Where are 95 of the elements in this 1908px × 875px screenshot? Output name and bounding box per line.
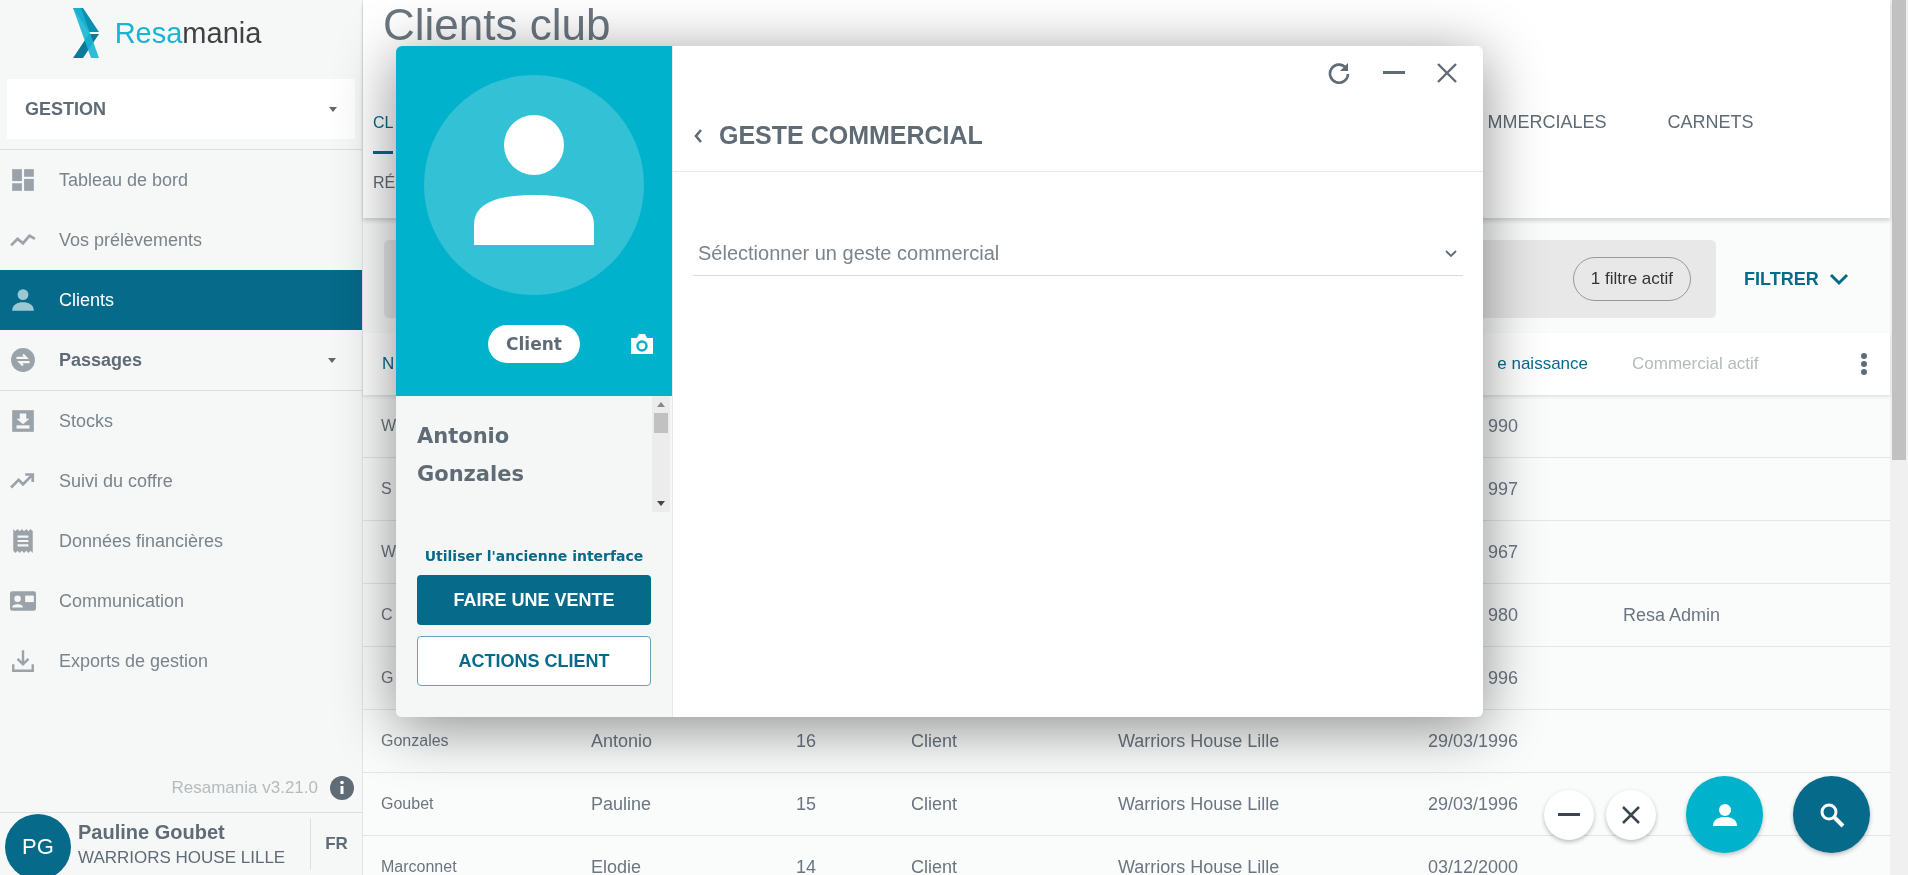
client-actions-button[interactable]: ACTIONS CLIENT (417, 636, 651, 686)
table-cell: 29/03/1996 (1427, 730, 1518, 751)
caret-icon (328, 357, 336, 363)
version-text: Resamania v3.21.0 (171, 778, 318, 798)
close-button[interactable] (1606, 789, 1656, 840)
menu-item[interactable]: Clients (0, 270, 362, 330)
tab[interactable]: MMERCIALES (1485, 94, 1609, 154)
minimize-icon[interactable] (1383, 71, 1405, 75)
menu-item[interactable]: Tableau de bord (0, 150, 362, 210)
scroll-down-icon[interactable] (657, 501, 665, 506)
column-header[interactable]: N (382, 354, 395, 374)
refresh-icon[interactable] (1327, 61, 1351, 85)
scroll-up-icon[interactable] (657, 402, 665, 407)
module-select[interactable]: GESTION (7, 79, 355, 139)
table-cell: G (381, 669, 394, 686)
user-avatar[interactable]: PG (5, 814, 71, 875)
menu-item[interactable]: Stocks (0, 391, 362, 451)
logo-text: Resamania (114, 16, 262, 50)
camera-icon[interactable] (629, 333, 655, 355)
user-name: Pauline Goubet (78, 820, 226, 844)
menu-item[interactable]: Exports de gestion (0, 631, 362, 691)
contact-card-icon (10, 588, 36, 614)
table-cell: Client (911, 730, 958, 751)
language-button[interactable]: FR (310, 818, 362, 870)
table-cell: 996 (1487, 667, 1518, 688)
menu-item[interactable]: Suivi du coffre (0, 451, 362, 511)
table-cell: Warriors House Lille (1118, 856, 1280, 875)
chevron-down-icon (1828, 272, 1849, 286)
caret-icon (329, 106, 337, 112)
scrollbar[interactable] (652, 396, 670, 512)
minimize-button[interactable] (1544, 789, 1594, 840)
tab[interactable]: CL (373, 94, 394, 154)
client-badge: Client (488, 325, 580, 363)
menu-item[interactable]: Passages (0, 330, 362, 390)
download-icon (10, 648, 36, 674)
minus-icon (1558, 812, 1580, 817)
table-cell: C (381, 606, 393, 623)
table-cell: 990 (1487, 415, 1518, 436)
scroll-thumb[interactable] (1892, 0, 1906, 460)
dashboard-icon (10, 167, 36, 193)
tab[interactable]: CARNETS (1665, 94, 1756, 154)
scrollbar[interactable] (1890, 0, 1908, 875)
table-cell: 15 (796, 793, 817, 814)
tab[interactable]: RÉ (373, 154, 396, 214)
chevron-down-icon (1445, 249, 1457, 258)
table-cell: W (381, 543, 397, 560)
person-icon (1711, 802, 1738, 827)
logo-icon (70, 6, 101, 60)
filter-button[interactable]: FILTRER (1738, 267, 1855, 291)
client-button[interactable] (1686, 776, 1763, 853)
old-interface-link[interactable]: Utiliser l'ancienne interface (417, 548, 651, 564)
menu-item[interactable]: Vos prélèvements (0, 210, 362, 270)
receipt-icon (10, 528, 36, 554)
client-last-name: Gonzales (417, 462, 525, 486)
table-cell: S (381, 480, 392, 497)
table-cell: Warriors House Lille (1118, 730, 1280, 751)
close-icon[interactable] (1437, 63, 1457, 83)
table-cell: Pauline (591, 793, 652, 814)
table-cell: Warriors House Lille (1118, 793, 1280, 814)
search-button[interactable] (1793, 776, 1870, 853)
person-icon (10, 287, 36, 313)
menu-item[interactable]: Communication (0, 571, 362, 631)
table-cell: 967 (1487, 541, 1518, 562)
more-icon[interactable] (1860, 352, 1868, 376)
gesture-select[interactable]: Sélectionner un geste commercial (693, 232, 1463, 276)
swap-icon (10, 347, 36, 373)
table-cell: 29/03/1996 (1427, 793, 1518, 814)
panel-title: GESTE COMMERCIAL (719, 121, 983, 150)
table-cell: 14 (796, 856, 817, 875)
table-cell: 980 (1487, 604, 1518, 625)
client-first-name: Antonio (417, 424, 511, 448)
close-icon (1621, 804, 1641, 825)
avatar-icon (424, 75, 644, 295)
search-icon (1818, 801, 1845, 828)
page-title: Clients club (383, 0, 611, 46)
table-cell: 997 (1487, 478, 1518, 499)
column-header[interactable]: e naissance (1497, 354, 1588, 374)
info-icon[interactable] (330, 776, 354, 800)
table-cell: Gonzales (381, 732, 449, 749)
table-cell: Elodie (591, 856, 642, 875)
inbox-icon (10, 408, 36, 434)
scroll-thumb[interactable] (654, 413, 668, 433)
table-cell: 16 (796, 730, 817, 751)
club-name: WARRIORS HOUSE LILLE (78, 847, 287, 868)
table-cell: Resa Admin (1623, 604, 1721, 625)
back-icon[interactable] (693, 127, 703, 144)
table-cell: W (381, 417, 397, 434)
table-cell: Client (911, 856, 958, 875)
table-cell: Marconnet (381, 858, 457, 875)
sale-button[interactable]: FAIRE UNE VENTE (417, 575, 651, 625)
table-cell: 03/12/2000 (1427, 856, 1518, 875)
table-cell: Client (911, 793, 958, 814)
table-cell: Antonio (591, 730, 653, 751)
table-cell: Goubet (381, 795, 434, 812)
menu-item[interactable]: Données financières (0, 511, 362, 571)
